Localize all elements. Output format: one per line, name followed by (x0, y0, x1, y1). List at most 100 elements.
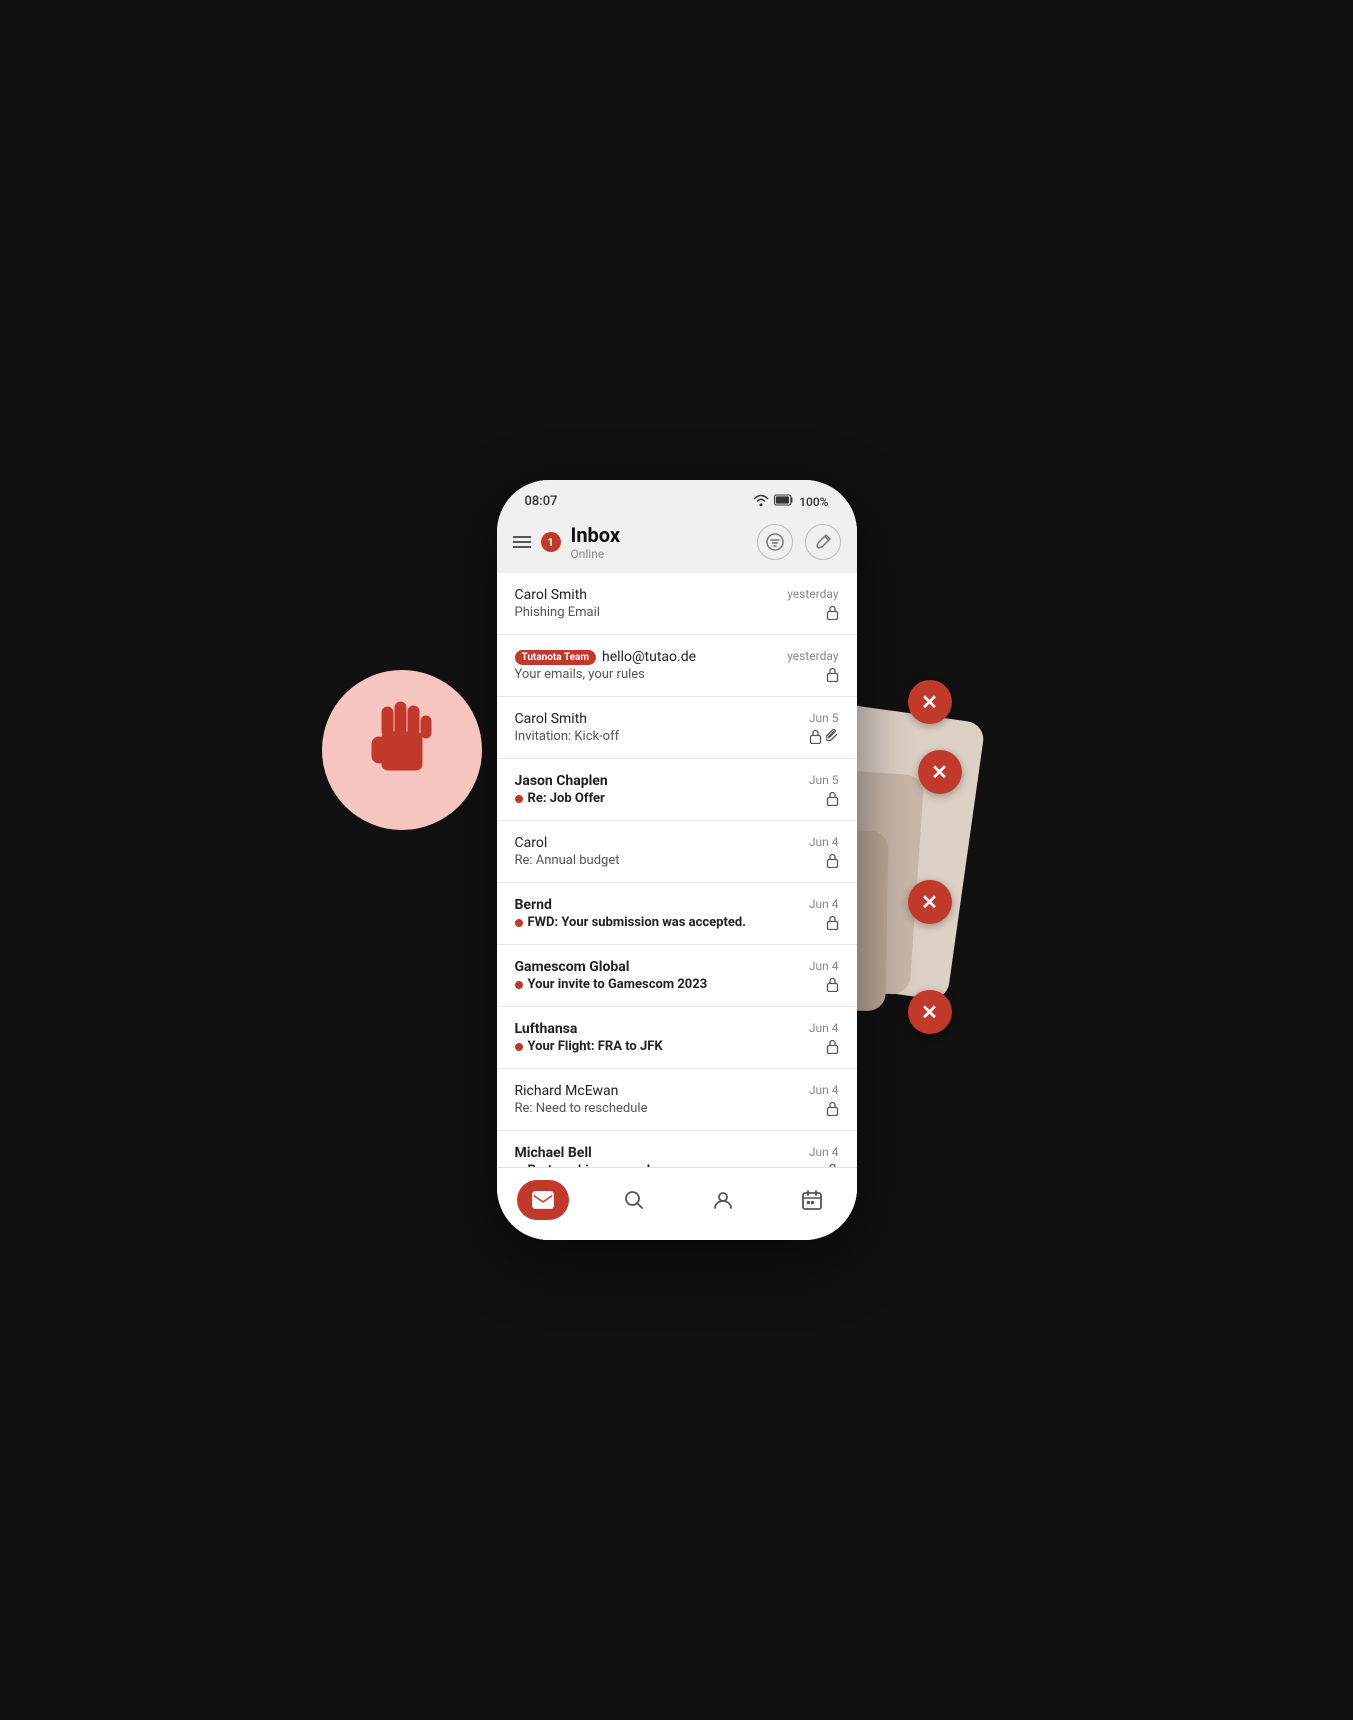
email-right: Jun 4 (809, 959, 839, 992)
lock-icon (826, 605, 839, 620)
email-right: yesterday (787, 587, 838, 620)
wifi-icon (753, 494, 769, 509)
email-date: Jun 5 (809, 773, 839, 787)
tutanota-badge: Tutanota Team (515, 650, 597, 665)
unread-dot (515, 981, 523, 989)
email-date: yesterday (787, 587, 838, 601)
email-list: Carol SmithPhishing Email yesterday Tutan… (497, 573, 857, 1167)
email-right: Jun 4 (809, 1021, 839, 1054)
email-subject: FWD: Your submission was accepted. (515, 915, 799, 930)
email-right: Jun 4 (809, 835, 839, 868)
email-item[interactable]: Jason Chaplen Re: Job Offer Jun 5 (497, 759, 857, 821)
battery-icon (774, 494, 794, 509)
email-icons (826, 915, 839, 930)
nav-mail[interactable] (517, 1180, 569, 1220)
email-left: Gamescom Global Your invite to Gamescom 2… (515, 959, 799, 992)
email-icons (826, 853, 839, 868)
email-subject: Your invite to Gamescom 2023 (515, 977, 799, 992)
status-bar: 08:07 100% (497, 480, 857, 515)
email-item[interactable]: Tutanota Team hello@tutao.de Your emails, … (497, 635, 857, 697)
lock-icon (826, 1101, 839, 1116)
delete-button-1[interactable]: ✕ (908, 680, 952, 724)
email-date: Jun 4 (809, 1021, 839, 1035)
delete-button-4[interactable]: ✕ (908, 990, 952, 1034)
email-right: Jun 5 (809, 773, 839, 806)
email-sender: Carol (515, 835, 799, 851)
email-sender: Carol Smith (515, 711, 799, 727)
compose-button[interactable] (805, 524, 841, 560)
unread-dot (515, 795, 523, 803)
nav-search[interactable] (610, 1180, 658, 1220)
email-left: Michael BellPartnership proposal (515, 1145, 799, 1167)
filter-button[interactable] (757, 524, 793, 560)
email-item[interactable]: Richard McEwan Re: Need to reschedule Jun … (497, 1069, 857, 1131)
email-left: Carol Re: Annual budget (515, 835, 799, 868)
email-sender: Lufthansa (515, 1021, 799, 1037)
email-date: Jun 4 (809, 1145, 839, 1159)
email-icons (826, 1101, 839, 1116)
email-left: Richard McEwan Re: Need to reschedule (515, 1083, 799, 1116)
lock-icon (826, 1039, 839, 1054)
battery-percent: 100% (799, 495, 828, 509)
email-item[interactable]: Bernd FWD: Your submission was accepted. J… (497, 883, 857, 945)
email-sender: Jason Chaplen (515, 773, 799, 789)
email-left: Carol SmithPhishing Email (515, 587, 778, 620)
unread-dot (515, 919, 523, 927)
email-date: Jun 4 (809, 835, 839, 849)
scene: ✕ ✕ ✕ ✕ 08:07 (417, 450, 937, 1270)
unread-dot (515, 1043, 523, 1051)
email-sender: Tutanota Team hello@tutao.de (515, 649, 778, 665)
inbox-subtitle: Online (571, 547, 621, 561)
delete-button-3[interactable]: ✕ (908, 880, 952, 924)
lock-icon (826, 853, 839, 868)
email-sender: Richard McEwan (515, 1083, 799, 1099)
email-left: Tutanota Team hello@tutao.de Your emails, … (515, 649, 778, 682)
tutanota-email: hello@tutao.de (602, 649, 696, 665)
email-left: Jason Chaplen Re: Job Offer (515, 773, 799, 806)
email-sender: Bernd (515, 897, 799, 913)
notification-badge: 1 (541, 532, 561, 552)
delete-button-2[interactable]: ✕ (918, 750, 962, 794)
app-header: 1 Inbox Online (497, 515, 857, 573)
header-actions (757, 524, 841, 560)
email-icons (826, 977, 839, 992)
header-left: 1 Inbox Online (513, 523, 757, 561)
nav-contacts[interactable] (699, 1180, 747, 1220)
lock-icon (826, 791, 839, 806)
email-sender: Carol Smith (515, 587, 778, 603)
nav-calendar[interactable] (788, 1180, 836, 1220)
email-item[interactable]: Carol Re: Annual budget Jun 4 (497, 821, 857, 883)
paperclip-icon (826, 729, 839, 744)
email-right: Jun 4 (809, 1145, 839, 1167)
lock-icon (826, 977, 839, 992)
email-subject: Your emails, your rules (515, 667, 778, 682)
hand-icon (364, 697, 439, 794)
email-subject: Invitation: Kick-off (515, 729, 799, 744)
email-item[interactable]: Carol Smith Invitation: Kick-off Jun 5 (497, 697, 857, 759)
inbox-title-group: Inbox Online (571, 523, 621, 561)
email-item[interactable]: Lufthansa Your Flight: FRA to JFK Jun 4 (497, 1007, 857, 1069)
hamburger-menu[interactable] (513, 536, 531, 548)
status-indicators: 100% (753, 494, 828, 509)
email-sender: Michael Bell (515, 1145, 799, 1161)
email-left: Lufthansa Your Flight: FRA to JFK (515, 1021, 799, 1054)
email-subject: Your Flight: FRA to JFK (515, 1039, 799, 1054)
lock-icon (809, 729, 822, 744)
email-icons (826, 667, 839, 682)
email-date: Jun 5 (809, 711, 839, 725)
email-left: Bernd FWD: Your submission was accepted. (515, 897, 799, 930)
email-item[interactable]: Gamescom Global Your invite to Gamescom 2… (497, 945, 857, 1007)
inbox-title: Inbox (571, 523, 621, 547)
email-date: Jun 4 (809, 1083, 839, 1097)
email-item[interactable]: Carol SmithPhishing Email yesterday (497, 573, 857, 635)
email-sender: Gamescom Global (515, 959, 799, 975)
email-subject: Re: Job Offer (515, 791, 799, 806)
email-subject: Re: Need to reschedule (515, 1101, 799, 1116)
email-right: yesterday (787, 649, 838, 682)
email-left: Carol Smith Invitation: Kick-off (515, 711, 799, 744)
email-icons (826, 791, 839, 806)
lock-icon (826, 915, 839, 930)
email-right: Jun 4 (809, 897, 839, 930)
email-subject: Re: Annual budget (515, 853, 799, 868)
email-item[interactable]: Michael BellPartnership proposal Jun 4 (497, 1131, 857, 1167)
